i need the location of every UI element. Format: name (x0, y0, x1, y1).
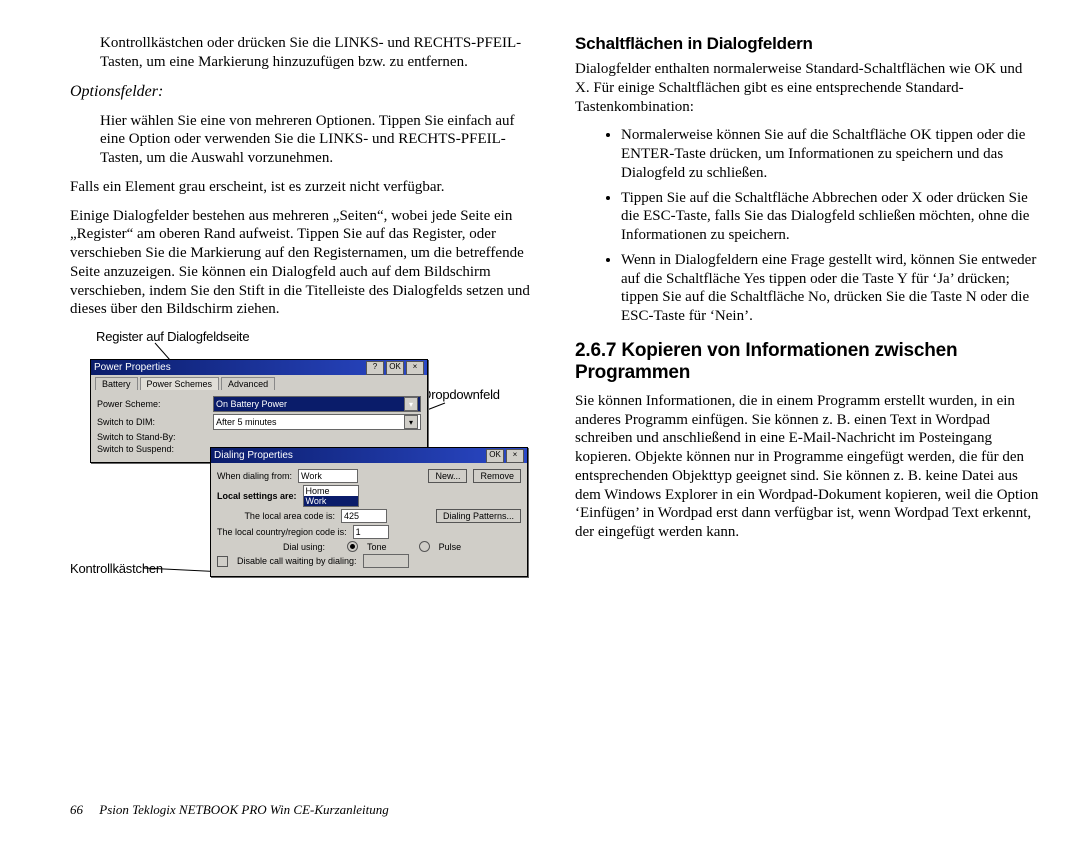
dialing-properties-dialog: Dialing Properties OK × When dialing fro… (210, 447, 528, 577)
tab-battery[interactable]: Battery (95, 377, 138, 390)
list-item: Wenn in Dialogfeldern eine Frage gestell… (621, 251, 1040, 326)
power-title: Power Properties (94, 362, 171, 373)
right-column: Schaltflächen in Dialogfeldern Dialogfel… (575, 30, 1040, 619)
dialog-screenshot: Register auf Dialogfeldseite Dropdownfel… (70, 329, 530, 619)
switch-dim-label: Switch to DIM: (97, 417, 207, 427)
disable-call-waiting-checkbox[interactable] (217, 556, 228, 567)
tab-advanced[interactable]: Advanced (221, 377, 275, 390)
dialing-body: When dialing from: Work New... Remove Lo… (211, 463, 527, 576)
country-code-field[interactable]: 1 (353, 525, 389, 539)
dial-from-label: When dialing from: (217, 471, 292, 481)
power-titlebar[interactable]: Power Properties ? OK × (91, 360, 427, 375)
page-footer: 66 Psion Teklogix NETBOOK PRO Win CE-Kur… (70, 802, 389, 818)
switch-dim-dropdown[interactable]: After 5 minutes ▾ (213, 414, 421, 430)
disable-call-waiting-label: Disable call waiting by dialing: (237, 556, 357, 566)
optionsfelder-heading: Optionsfelder: (70, 82, 535, 102)
pages-para: Einige Dialogfelder bestehen aus mehrere… (70, 207, 535, 320)
option-work[interactable]: Work (304, 496, 358, 506)
ok-button[interactable]: OK (386, 361, 404, 375)
page-number: 66 (70, 802, 83, 817)
option-home[interactable]: Home (304, 486, 358, 496)
dial-using-label: Dial using: (283, 542, 325, 552)
country-code-label: The local country/region code is: (217, 527, 347, 537)
list-item: Normalerweise können Sie auf die Schaltf… (621, 126, 1040, 182)
dialing-titlebar[interactable]: Dialing Properties OK × (211, 448, 527, 463)
dialog-buttons-intro: Dialogfelder enthalten normalerweise Sta… (575, 60, 1040, 116)
area-code-label: The local area code is: (217, 511, 335, 521)
tone-label: Tone (367, 542, 387, 552)
pulse-radio[interactable] (419, 541, 430, 552)
dialing-patterns-button[interactable]: Dialing Patterns... (436, 509, 521, 523)
callout-dropdown: Dropdownfeld (422, 387, 500, 402)
dial-from-field[interactable]: Work (298, 469, 358, 483)
button-rules-list: Normalerweise können Sie auf die Schaltf… (575, 126, 1040, 326)
power-scheme-dropdown[interactable]: On Battery Power ▾ (213, 396, 421, 412)
remove-button[interactable]: Remove (473, 469, 521, 483)
area-code-field[interactable]: 425 (341, 509, 387, 523)
power-tabs: Battery Power Schemes Advanced (91, 375, 427, 390)
tone-radio[interactable] (347, 541, 358, 552)
chevron-down-icon[interactable]: ▾ (404, 415, 418, 429)
copy-between-programs-para: Sie können Informationen, die in einem P… (575, 392, 1040, 542)
power-scheme-value: On Battery Power (216, 399, 287, 409)
switch-standby-label: Switch to Stand-By: (97, 432, 207, 442)
checkbox-continuation: Kontrollkästchen oder drücken Sie die LI… (70, 34, 535, 72)
tab-power-schemes[interactable]: Power Schemes (140, 377, 220, 390)
switch-suspend-label: Switch to Suspend: (97, 444, 207, 454)
callout-kontroll: Kontrollkästchen (70, 561, 163, 576)
pulse-label: Pulse (439, 542, 462, 552)
footer-title: Psion Teklogix NETBOOK PRO Win CE-Kurzan… (99, 802, 389, 817)
dialing-title: Dialing Properties (214, 450, 293, 461)
power-scheme-label: Power Scheme: (97, 399, 207, 409)
page: Kontrollkästchen oder drücken Sie die LI… (0, 0, 1080, 848)
left-column: Kontrollkästchen oder drücken Sie die LI… (70, 30, 535, 619)
list-item: Tippen Sie auf die Schaltfläche Abbreche… (621, 189, 1040, 245)
callout-register: Register auf Dialogfeldseite (96, 329, 249, 344)
new-button[interactable]: New... (428, 469, 467, 483)
dialog-buttons-heading: Schaltflächen in Dialogfeldern (575, 34, 1040, 54)
two-columns: Kontrollkästchen oder drücken Sie die LI… (70, 30, 1040, 619)
optionsfelder-body: Hier wählen Sie eine von mehreren Option… (70, 112, 535, 168)
help-icon[interactable]: ? (366, 361, 384, 375)
chevron-down-icon[interactable]: ▾ (404, 397, 418, 411)
switch-dim-value: After 5 minutes (216, 417, 277, 427)
grey-elements-para: Falls ein Element grau erscheint, ist es… (70, 178, 535, 197)
close-icon[interactable]: × (406, 361, 424, 375)
close-icon[interactable]: × (506, 449, 524, 463)
local-settings-label: Local settings are: (217, 491, 297, 501)
call-waiting-field (363, 554, 409, 568)
section-2-6-7-heading: 2.6.7 Kopieren von Informationen zwische… (575, 340, 1040, 384)
ok-button[interactable]: OK (486, 449, 504, 463)
location-listbox[interactable]: Home Work (303, 485, 359, 507)
